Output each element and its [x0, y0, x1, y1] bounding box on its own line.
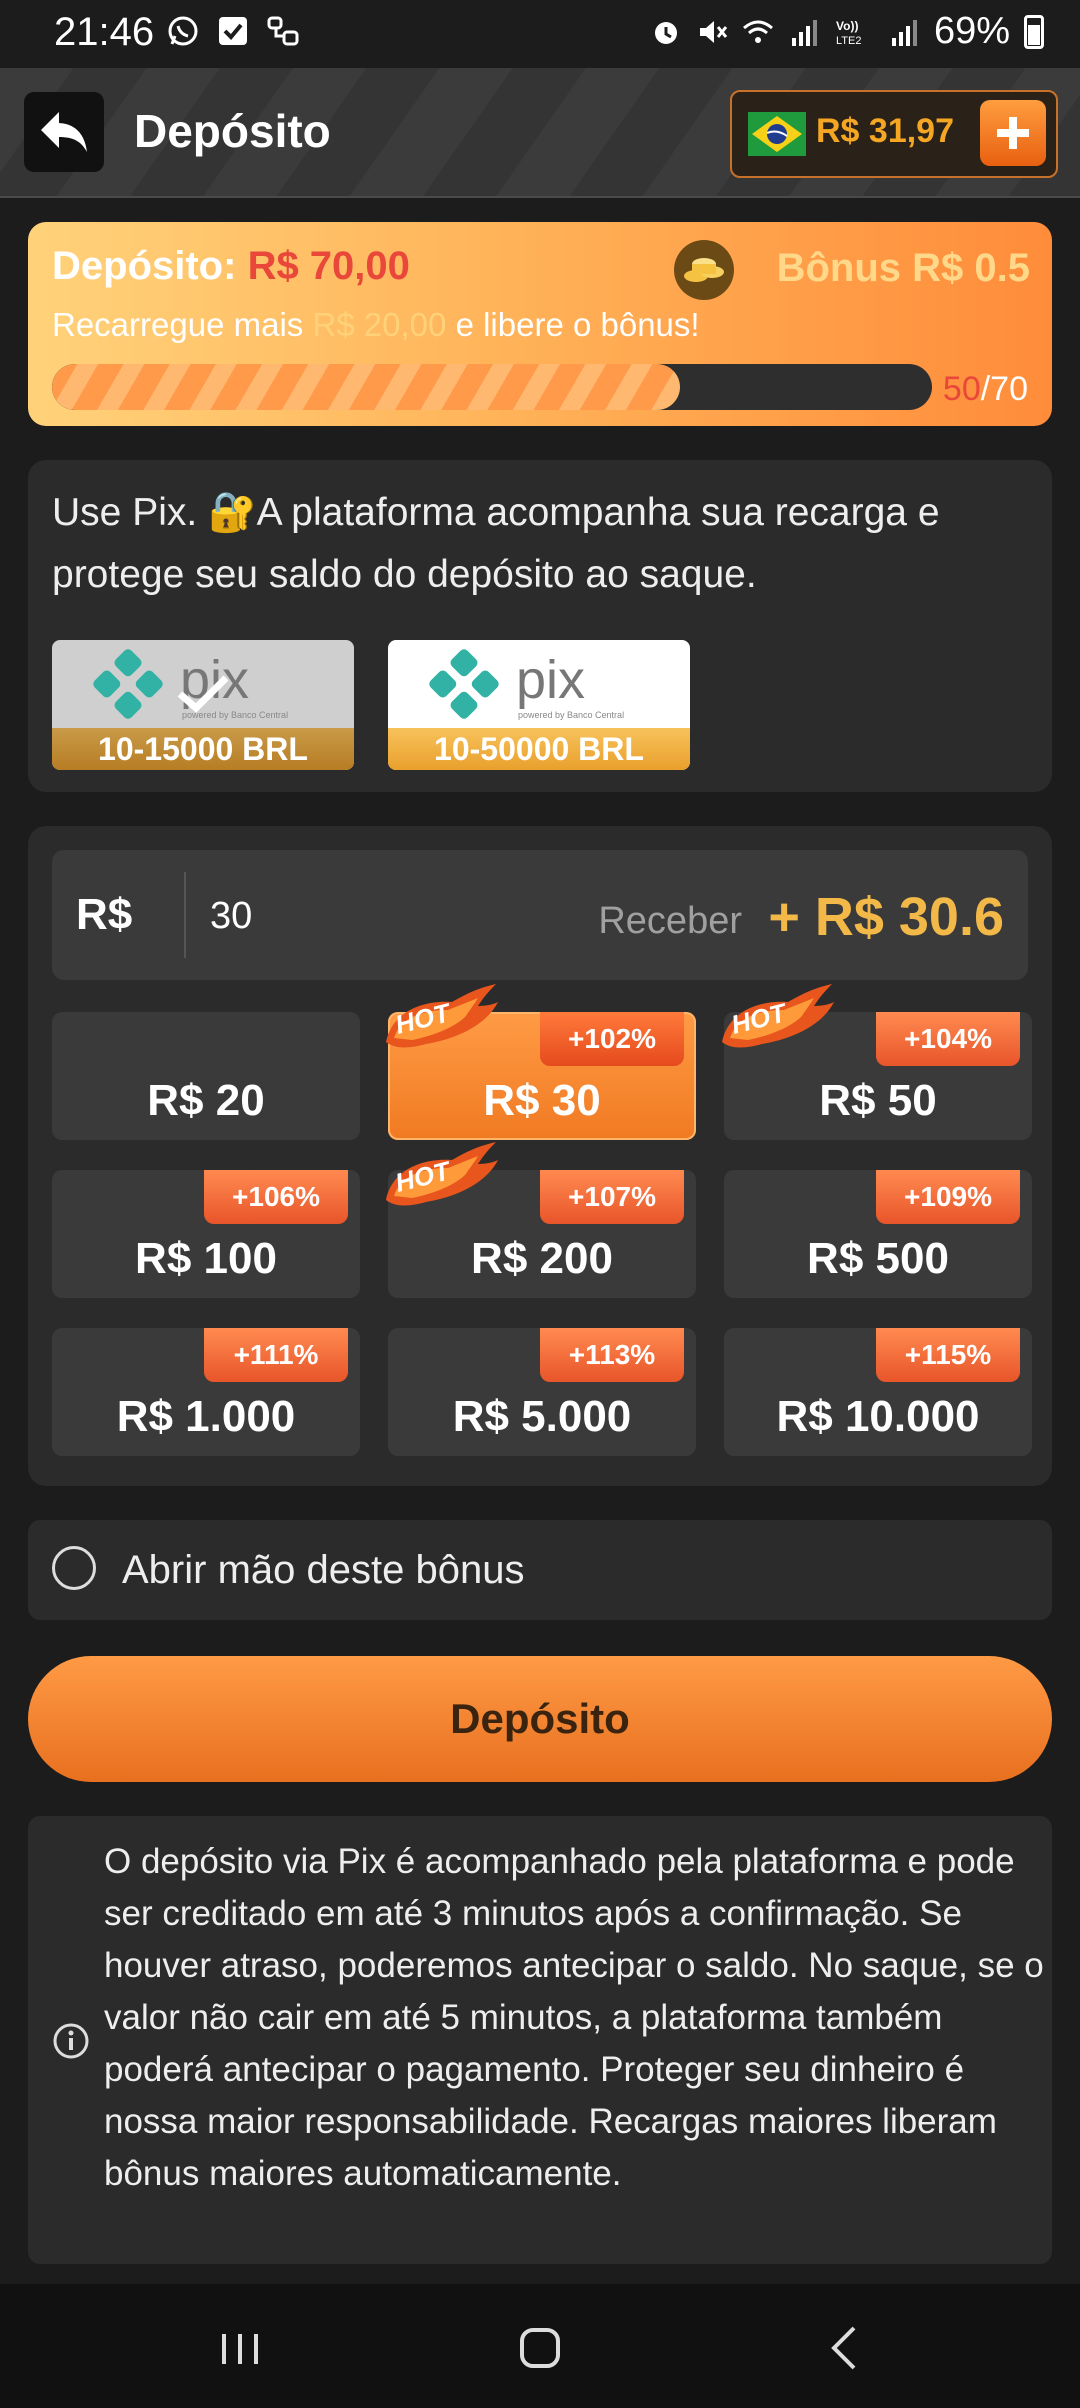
- hot-flame-icon: HOT: [386, 1142, 498, 1206]
- info-icon: [53, 2023, 89, 2059]
- amount-option-label: R$ 100: [135, 1234, 277, 1283]
- recharge-prefix: Recarregue mais: [52, 306, 304, 343]
- amount-option-label: R$ 200: [471, 1234, 613, 1283]
- pix-option-2[interactable]: pix powered by Banco Central 10-50000 BR…: [388, 640, 690, 770]
- bonus-progress-fill: [52, 364, 681, 410]
- battery-percent: 69%: [933, 10, 1010, 52]
- divider: [184, 872, 186, 958]
- deposit-label: Depósito:: [52, 244, 237, 288]
- svg-text:Vo)): Vo)): [836, 19, 858, 33]
- volte-icon: Vo)) LTE2: [836, 19, 861, 47]
- brazil-flag-icon: [748, 112, 806, 156]
- amount-option-button[interactable]: +113% R$ 5.000: [388, 1328, 696, 1456]
- back-nav-icon[interactable]: [816, 2320, 876, 2376]
- bonus-progress-card: Depósito: R$ 70,00 Bônus R$ 0.5 Recarreg…: [28, 222, 1052, 426]
- bonus-percent-badge: +109%: [876, 1170, 1020, 1224]
- amount-option-button[interactable]: +109% R$ 500: [724, 1170, 1032, 1298]
- alarm-icon: [654, 21, 677, 44]
- bonus-percent-badge: +106%: [204, 1170, 348, 1224]
- add-balance-button[interactable]: [980, 100, 1046, 166]
- progress-total: /70: [980, 370, 1028, 408]
- svg-text:powered by Banco Central: powered by Banco Central: [518, 710, 624, 720]
- status-bar: 21:46 Vo)) LTE2 69%: [0, 0, 1080, 68]
- recent-apps-icon[interactable]: [210, 2320, 270, 2376]
- waive-bonus-label: Abrir mão deste bônus: [122, 1548, 525, 1592]
- currency-label: R$: [76, 890, 133, 939]
- back-button[interactable]: [24, 92, 104, 172]
- home-icon[interactable]: [510, 2320, 570, 2376]
- deposit-button[interactable]: Depósito: [28, 1656, 1052, 1782]
- amount-option-button[interactable]: +115% R$ 10.000: [724, 1328, 1032, 1456]
- amount-card: R$ Receber + R$ 30.6 R$ 20+102%R$ 30HOT+…: [28, 826, 1052, 1486]
- amount-option-label: R$ 20: [147, 1076, 265, 1125]
- bonus-percent-badge: +102%: [540, 1012, 684, 1066]
- signal-icon: [891, 19, 917, 46]
- bonus-percent-badge: +104%: [876, 1012, 1020, 1066]
- info-text: O depósito via Pix é acompanhado pela pl…: [104, 1842, 1044, 2193]
- battery-icon: [1024, 14, 1044, 49]
- gold-coins-icon: [674, 240, 734, 300]
- check-icon: [219, 17, 247, 45]
- amount-option-button[interactable]: +104% R$ 50 HOT: [722, 984, 1032, 1140]
- hot-flame-icon: HOT: [386, 984, 498, 1048]
- bonus-percent-badge: +113%: [540, 1328, 684, 1382]
- status-time: 21:46: [54, 10, 155, 54]
- selected-check-icon: [177, 675, 229, 713]
- recharge-suffix: e libere o bônus!: [455, 306, 700, 343]
- recharge-hint: Recarregue mais R$ 20,00 e libere o bônu…: [52, 306, 700, 344]
- waive-bonus-option[interactable]: Abrir mão deste bônus: [28, 1520, 1052, 1620]
- pix-description: Use Pix. 🔐A plataforma acompanha sua rec…: [52, 491, 940, 596]
- amount-option-label: R$ 50: [819, 1076, 937, 1125]
- deposit-amount: R$ 70,00: [247, 244, 410, 288]
- page-title: Depósito: [134, 105, 331, 157]
- link-icon: [267, 16, 299, 46]
- amount-option-label: R$ 1.000: [116, 1392, 296, 1441]
- pix-option-1[interactable]: pix powered by Banco Central 10-15000 BR…: [52, 640, 354, 770]
- amount-option-button[interactable]: +102% R$ 30 HOT: [386, 984, 696, 1140]
- waive-bonus-radio[interactable]: [52, 1546, 96, 1590]
- svg-text:pix: pix: [516, 650, 585, 710]
- pix-logo-icon: pix powered by Banco Central: [429, 649, 624, 720]
- signal-icon: [791, 19, 817, 46]
- amount-option-button[interactable]: +106% R$ 100: [52, 1170, 360, 1298]
- plus-icon: [997, 117, 1029, 149]
- mute-icon: [699, 20, 728, 43]
- bonus-percent-badge: +115%: [876, 1328, 1020, 1382]
- amount-option-button[interactable]: +111% R$ 1.000: [52, 1328, 360, 1456]
- wifi-icon: [742, 20, 773, 43]
- amount-option-label: R$ 10.000: [776, 1392, 980, 1441]
- amount-input-row: R$ Receber + R$ 30.6: [52, 850, 1028, 980]
- receive-label: Receber: [598, 900, 742, 942]
- bonus-amount: Bônus R$ 0.5: [776, 246, 1030, 290]
- whatsapp-icon: [168, 16, 198, 46]
- recharge-amount: R$ 20,00: [312, 306, 447, 343]
- balance-amount: R$ 31,97: [816, 112, 954, 150]
- amount-option-label: R$ 5.000: [452, 1392, 632, 1441]
- amount-option-label: R$ 500: [807, 1234, 949, 1283]
- balance-box[interactable]: R$ 31,97: [730, 90, 1058, 178]
- system-nav-bar: [0, 2284, 1080, 2408]
- bonus-percent-badge: +107%: [540, 1170, 684, 1224]
- payment-method-card: Use Pix. 🔐A plataforma acompanha sua rec…: [28, 460, 1052, 792]
- progress-current: 50: [942, 370, 981, 408]
- amount-option-label: R$ 30: [483, 1076, 601, 1125]
- info-card: O depósito via Pix é acompanhado pela pl…: [28, 1816, 1052, 2264]
- bonus-progress-bar: [52, 364, 932, 410]
- amount-input[interactable]: [208, 878, 572, 954]
- pix-range-2: 10-50000 BRL: [388, 728, 690, 770]
- receive-value: + R$ 30.6: [768, 887, 1004, 947]
- svg-text:LTE2: LTE2: [836, 35, 861, 47]
- amount-option-button[interactable]: R$ 20: [52, 1012, 360, 1140]
- back-arrow-icon: [41, 112, 87, 152]
- hot-flame-icon: HOT: [722, 984, 834, 1048]
- progress-count: 50/70: [943, 370, 1028, 409]
- bonus-percent-badge: +111%: [204, 1328, 348, 1382]
- pix-range-1: 10-15000 BRL: [52, 728, 354, 770]
- app-header: Depósito R$ 31,97: [0, 68, 1080, 198]
- amount-option-button[interactable]: +107% R$ 200 HOT: [386, 1142, 696, 1298]
- deposit-summary: Depósito: R$ 70,00: [52, 244, 410, 289]
